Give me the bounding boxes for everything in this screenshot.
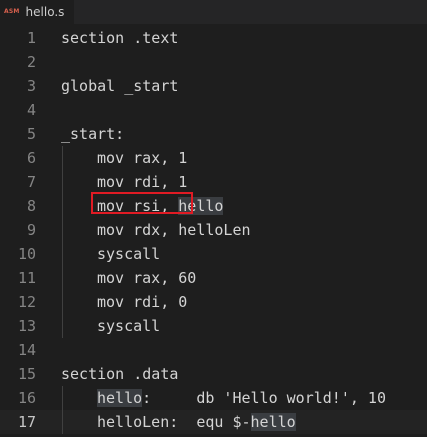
code-line: 15 section .data bbox=[0, 362, 427, 386]
line-number: 14 bbox=[17, 341, 36, 359]
code-text: mov rdi, 1 bbox=[97, 173, 188, 191]
line-number: 8 bbox=[26, 197, 36, 215]
line-number: 2 bbox=[26, 53, 36, 71]
code-text: mov rdi, 0 bbox=[97, 293, 188, 311]
indent-guide bbox=[62, 290, 63, 314]
line-number: 12 bbox=[17, 293, 36, 311]
code-text: mov rdx, helloLen bbox=[97, 221, 251, 239]
code-text: mov rax, 60 bbox=[97, 269, 197, 287]
code-line: 7 mov rdi, 1 bbox=[0, 170, 427, 194]
indent-guide bbox=[62, 410, 63, 434]
line-number: 7 bbox=[26, 173, 36, 191]
word-highlight: hello bbox=[250, 413, 296, 431]
code-line: 10 syscall bbox=[0, 242, 427, 266]
indent-guide bbox=[62, 242, 63, 266]
line-number: 17 bbox=[17, 413, 36, 431]
tab-hello-s[interactable]: ASM hello.s bbox=[0, 0, 75, 24]
tab-title: hello.s bbox=[25, 5, 65, 19]
indent-guide bbox=[62, 386, 63, 410]
indent-guide bbox=[62, 146, 63, 170]
code-line: 13 syscall bbox=[0, 314, 427, 338]
indent-guide bbox=[62, 266, 63, 290]
line-number: 3 bbox=[26, 77, 36, 95]
code-line: 14 bbox=[0, 338, 427, 362]
code-line: 4 bbox=[0, 98, 427, 122]
line-number: 6 bbox=[26, 149, 36, 167]
line-number: 4 bbox=[26, 101, 36, 119]
annotation-box bbox=[91, 192, 193, 214]
code-line: 12 mov rdi, 0 bbox=[0, 290, 427, 314]
code-text: global _start bbox=[61, 77, 179, 95]
code-line: 5 _start: bbox=[0, 122, 427, 146]
code-line: 6 mov rax, 1 bbox=[0, 146, 427, 170]
code-text: _start: bbox=[61, 125, 125, 143]
line-number: 15 bbox=[17, 365, 36, 383]
code-segment: : db 'Hello world!', 10 bbox=[142, 389, 386, 407]
line-number: 9 bbox=[26, 221, 36, 239]
line-number: 5 bbox=[26, 125, 36, 143]
code-text: syscall bbox=[97, 245, 161, 263]
code-text: section .text bbox=[61, 29, 179, 47]
code-line: 11 mov rax, 60 bbox=[0, 266, 427, 290]
code-text: mov rax, 1 bbox=[97, 149, 188, 167]
asm-file-icon: ASM bbox=[4, 8, 20, 15]
indent-guide bbox=[62, 314, 63, 338]
tab-bar: ASM hello.s bbox=[0, 0, 427, 25]
code-text: syscall bbox=[97, 317, 161, 335]
line-number: 11 bbox=[17, 269, 36, 287]
word-highlight: hello bbox=[97, 389, 143, 407]
line-number: 1 bbox=[26, 29, 36, 47]
code-line: 9 mov rdx, helloLen bbox=[0, 218, 427, 242]
code-line: 2 bbox=[0, 50, 427, 74]
code-text: section .data bbox=[61, 365, 179, 383]
line-number: 10 bbox=[17, 245, 36, 263]
indent-guide bbox=[62, 194, 63, 218]
code-text: hello: db 'Hello world!', 10 bbox=[97, 386, 386, 410]
code-text: helloLen: equ $-hello bbox=[97, 410, 296, 434]
code-editor[interactable]: 1 section .text 2 3 global _start 4 5 _s… bbox=[0, 24, 427, 437]
code-line: 1 section .text bbox=[0, 26, 427, 50]
indent-guide bbox=[62, 170, 63, 194]
line-number: 16 bbox=[17, 389, 36, 407]
line-number: 13 bbox=[17, 317, 36, 335]
code-segment: helloLen: equ $- bbox=[97, 413, 251, 431]
code-line: 3 global _start bbox=[0, 74, 427, 98]
code-line: 16 hello: db 'Hello world!', 10 bbox=[0, 386, 427, 410]
indent-guide bbox=[62, 218, 63, 242]
code-line: 8 mov rsi, hello bbox=[0, 194, 427, 218]
code-line-current: 17 helloLen: equ $-hello bbox=[0, 410, 427, 434]
